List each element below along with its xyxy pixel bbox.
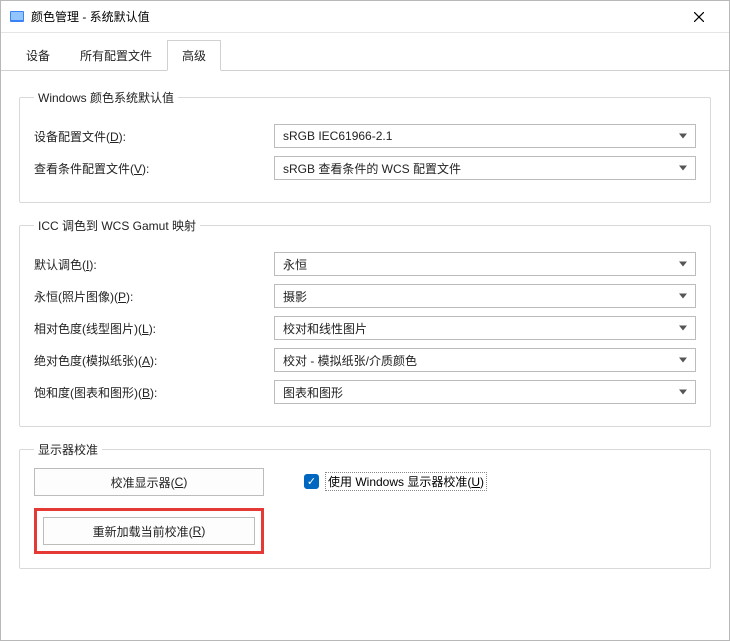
icc-row-label: 相对色度(线型图片)(L):: [34, 320, 274, 337]
highlight-box: 重新加载当前校准(R): [34, 508, 264, 554]
label-viewing-profile: 查看条件配置文件(V):: [34, 160, 274, 177]
group-display-calibration-legend: 显示器校准: [34, 441, 102, 458]
calibrate-display-button[interactable]: 校准显示器(C): [34, 468, 264, 496]
group-windows-defaults-legend: Windows 颜色系统默认值: [34, 89, 178, 106]
select-viewing-profile[interactable]: sRGB 查看条件的 WCS 配置文件: [274, 156, 696, 180]
icc-row-label: 绝对色度(模拟纸张)(A):: [34, 352, 274, 369]
row-device-profile: 设备配置文件(D): sRGB IEC61966-2.1: [34, 124, 696, 148]
tab-advanced[interactable]: 高级: [167, 40, 221, 71]
close-icon: [694, 12, 704, 22]
tab-all-profiles[interactable]: 所有配置文件: [65, 40, 167, 71]
icc-row-4: 饱和度(图表和图形)(B):图表和图形: [34, 380, 696, 404]
reload-calibration-button[interactable]: 重新加载当前校准(R): [43, 517, 255, 545]
icc-row-label: 默认调色(I):: [34, 256, 274, 273]
content-area: Windows 颜色系统默认值 设备配置文件(D): sRGB IEC61966…: [1, 71, 729, 593]
label-device-profile: 设备配置文件(D):: [34, 128, 274, 145]
icc-row-1: 永恒(照片图像)(P):摄影: [34, 284, 696, 308]
window-title: 颜色管理 - 系统默认值: [31, 8, 150, 25]
icc-row-2: 相对色度(线型图片)(L):校对和线性图片: [34, 316, 696, 340]
icc-row-select[interactable]: 摄影: [274, 284, 696, 308]
icc-row-select[interactable]: 图表和图形: [274, 380, 696, 404]
group-windows-defaults: Windows 颜色系统默认值 设备配置文件(D): sRGB IEC61966…: [19, 89, 711, 203]
use-windows-calibration-row: ✓ 使用 Windows 显示器校准(U): [304, 472, 487, 491]
row-viewing-profile: 查看条件配置文件(V): sRGB 查看条件的 WCS 配置文件: [34, 156, 696, 180]
select-device-profile[interactable]: sRGB IEC61966-2.1: [274, 124, 696, 148]
group-display-calibration: 显示器校准 校准显示器(C) 重新加载当前校准(R) ✓ 使用 Windo: [19, 441, 711, 569]
tab-devices[interactable]: 设备: [11, 40, 65, 71]
color-management-window: 颜色管理 - 系统默认值 设备 所有配置文件 高级 Windows 颜色系统默认…: [0, 0, 730, 641]
close-button[interactable]: [677, 2, 721, 32]
group-icc-gamut: ICC 调色到 WCS Gamut 映射 默认调色(I):永恒永恒(照片图像)(…: [19, 217, 711, 427]
icc-row-label: 永恒(照片图像)(P):: [34, 288, 274, 305]
icc-row-select[interactable]: 校对 - 模拟纸张/介质颜色: [274, 348, 696, 372]
icc-row-select[interactable]: 永恒: [274, 252, 696, 276]
tab-bar: 设备 所有配置文件 高级: [1, 33, 729, 71]
icc-row-0: 默认调色(I):永恒: [34, 252, 696, 276]
icc-row-select[interactable]: 校对和线性图片: [274, 316, 696, 340]
icc-row-label: 饱和度(图表和图形)(B):: [34, 384, 274, 401]
app-icon: [9, 9, 25, 25]
use-windows-calibration-checkbox[interactable]: ✓: [304, 474, 319, 489]
icc-row-3: 绝对色度(模拟纸张)(A):校对 - 模拟纸张/介质颜色: [34, 348, 696, 372]
group-icc-gamut-legend: ICC 调色到 WCS Gamut 映射: [34, 217, 200, 234]
use-windows-calibration-label: 使用 Windows 显示器校准(U): [325, 472, 487, 491]
titlebar: 颜色管理 - 系统默认值: [1, 1, 729, 33]
